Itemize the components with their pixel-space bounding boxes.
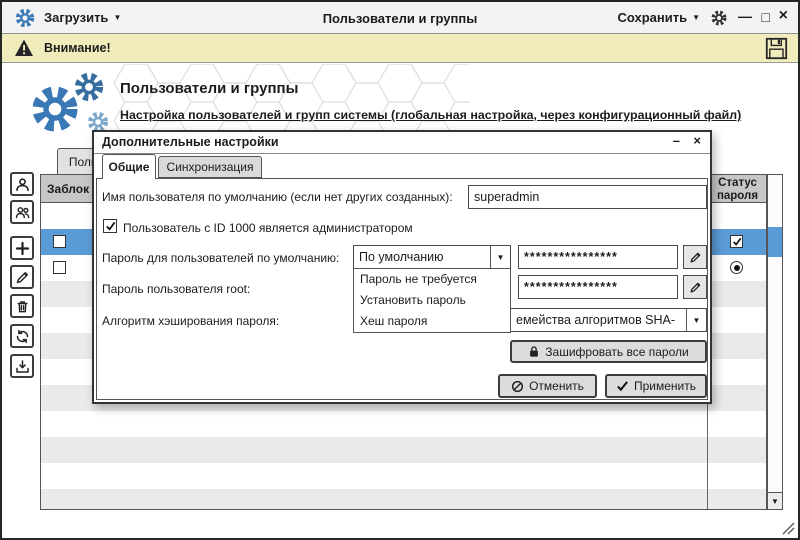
page-title: Пользователи и группы — [120, 80, 299, 97]
edit-button[interactable] — [10, 265, 34, 289]
minimize-button[interactable]: — — [738, 8, 752, 24]
hexagon-pattern — [114, 64, 470, 134]
app-window: Загрузить ▼ Пользователи и группы Сохран… — [0, 0, 800, 540]
password-status-checkbox-checked[interactable] — [730, 235, 743, 248]
save-button-label: Сохранить — [617, 10, 688, 25]
blocked-checkbox[interactable] — [53, 261, 66, 274]
column-blocked-label: Заблок — [47, 182, 90, 196]
dropdown-option[interactable]: Хеш пароля — [354, 311, 510, 332]
tab-synchronization-label: Синхронизация — [166, 160, 254, 174]
blocked-checkbox[interactable] — [53, 235, 66, 248]
arrow-down-icon: ▼ — [771, 496, 779, 506]
vertical-scrollbar[interactable]: ▼ — [767, 174, 783, 510]
password-status-radio-selected[interactable] — [730, 261, 743, 274]
dialog-minimize-button[interactable]: – — [673, 133, 680, 148]
titlebar: Загрузить ▼ Пользователи и группы Сохран… — [2, 2, 798, 34]
dialog-titlebar[interactable]: Дополнительные настройки – × — [94, 132, 710, 154]
delete-button[interactable] — [10, 294, 34, 318]
tab-general[interactable]: Общие — [102, 154, 156, 179]
user-icon — [15, 177, 30, 192]
dialog-close-button[interactable]: × — [693, 133, 701, 148]
table-row[interactable] — [41, 463, 766, 489]
dialog-title: Дополнительные настройки — [102, 135, 279, 149]
export-button[interactable] — [10, 354, 34, 378]
table-row[interactable] — [41, 411, 766, 437]
chevron-down-icon: ▼ — [692, 13, 700, 22]
user-button[interactable] — [10, 172, 34, 196]
save-disk-icon[interactable] — [765, 37, 788, 60]
tab-general-label: Общие — [108, 160, 150, 174]
groups-button[interactable] — [10, 200, 34, 224]
scrollbar-thumb[interactable] — [768, 227, 782, 257]
column-password-status-label: Статус пароля — [716, 177, 759, 203]
dropdown-option[interactable]: Установить пароль — [354, 290, 510, 311]
dropdown-option[interactable]: Пароль не требуется — [354, 269, 510, 290]
password-mode-dropdown-list: Пароль не требуется Установить пароль Хе… — [353, 268, 511, 333]
status-bar — [2, 510, 798, 538]
users-group-icon — [15, 205, 30, 220]
trash-icon — [15, 299, 30, 314]
pencil-icon — [15, 270, 30, 285]
scrollbar-down-button[interactable]: ▼ — [768, 492, 782, 509]
page-subtitle: Настройка пользователей и групп системы … — [120, 108, 742, 122]
tab-synchronization[interactable]: Синхронизация — [158, 156, 262, 178]
refresh-icon — [15, 329, 30, 344]
refresh-button[interactable] — [10, 324, 34, 348]
table-row[interactable] — [41, 437, 766, 463]
table-row[interactable] — [41, 489, 766, 509]
resize-grip[interactable] — [782, 522, 795, 535]
save-button[interactable]: Сохранить ▼ — [617, 10, 700, 25]
warning-text: Внимание! — [44, 41, 111, 55]
warning-triangle-icon — [14, 38, 34, 58]
settings-gear-icon[interactable] — [710, 9, 728, 27]
warning-bar: Внимание! — [2, 34, 798, 63]
plus-icon — [15, 241, 30, 256]
maximize-button[interactable]: □ — [762, 9, 770, 25]
settings-dialog: Дополнительные настройки – × Общие Синхр… — [92, 130, 712, 404]
close-button[interactable]: × — [779, 7, 788, 25]
download-icon — [15, 359, 30, 374]
add-button[interactable] — [10, 236, 34, 260]
